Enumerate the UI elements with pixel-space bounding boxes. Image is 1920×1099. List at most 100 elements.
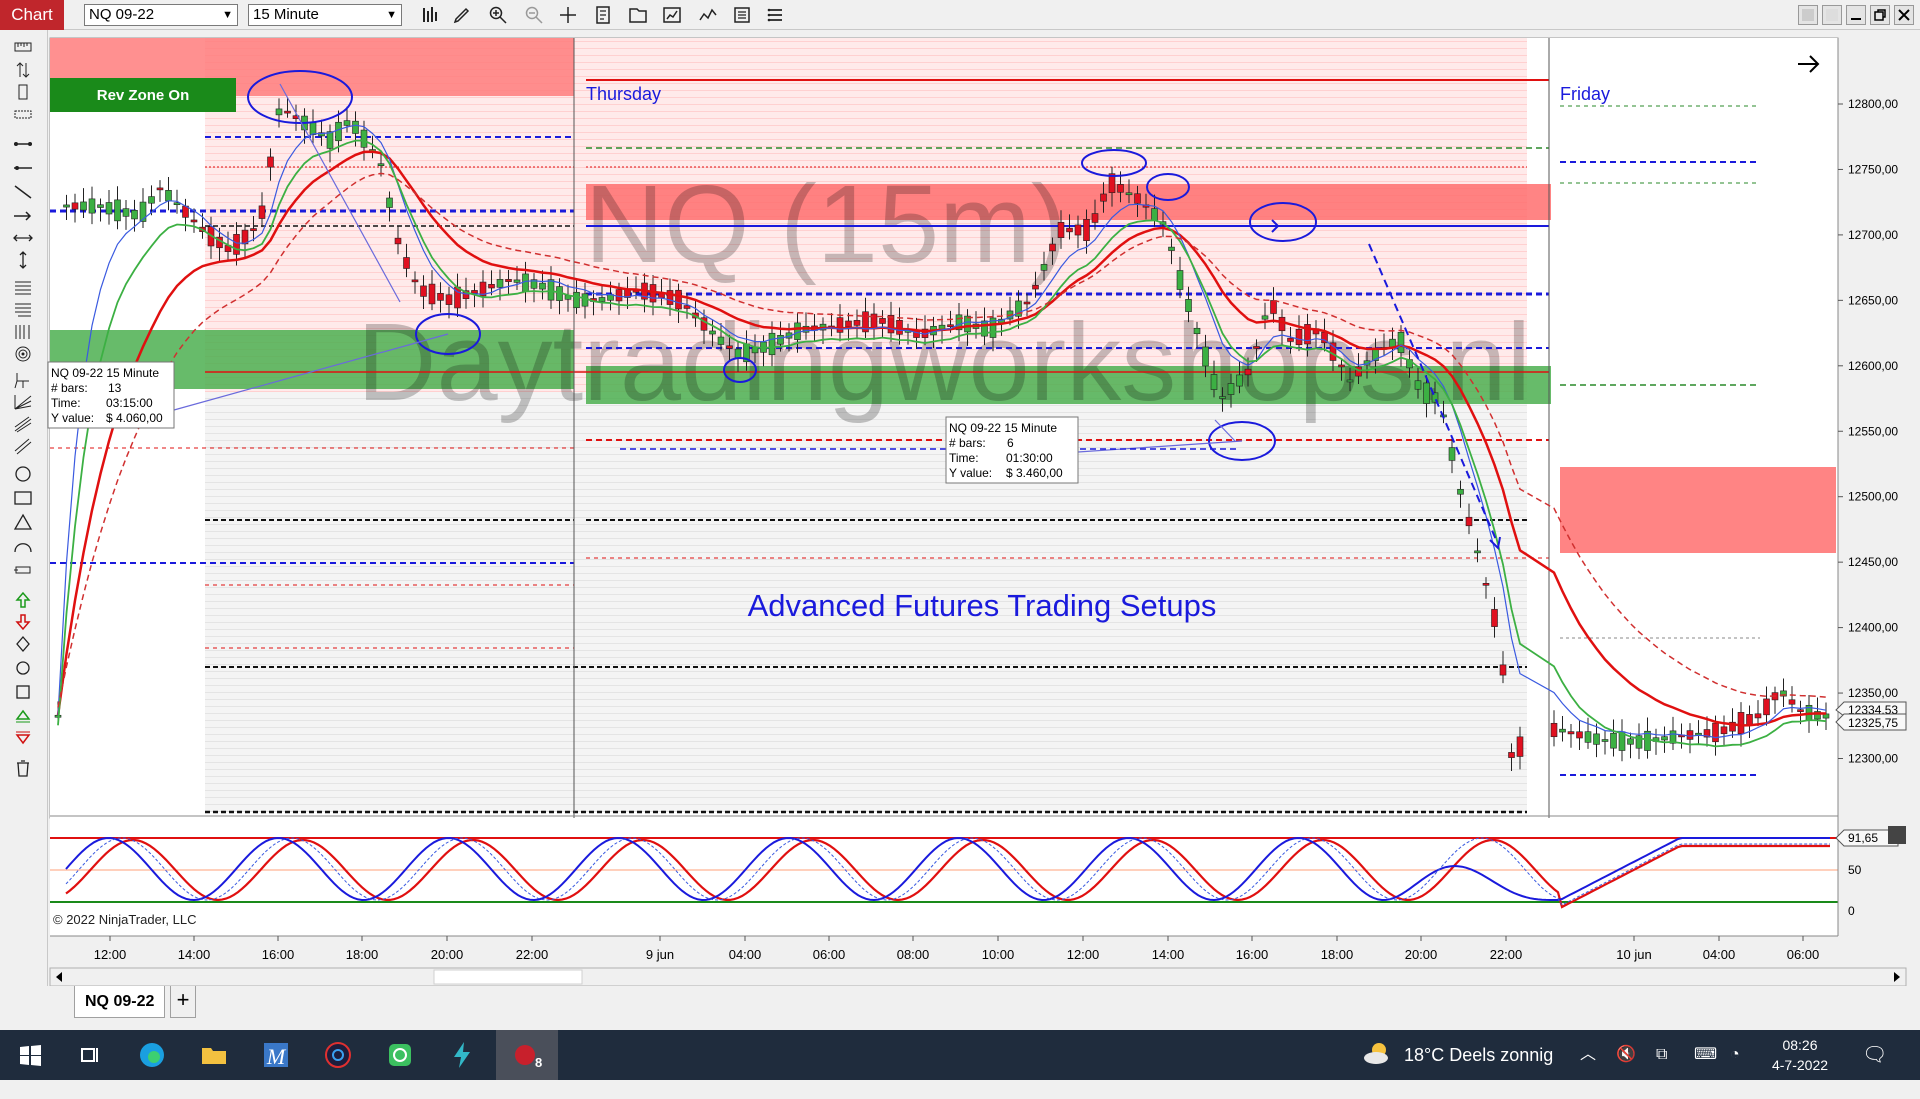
candle-body (1712, 722, 1719, 743)
chart-canvas[interactable]: NQ (15m) Daytradingworkshops.nl Rev Zone… (0, 0, 1920, 986)
price-marker-2: 12325,75 (1848, 716, 1898, 730)
candle-body (1244, 368, 1252, 376)
info-yvalue-label: Y value: (949, 466, 992, 480)
task-view-icon[interactable] (62, 1030, 118, 1080)
candle-body (1083, 219, 1090, 241)
candle-body (165, 190, 172, 202)
whatsapp-icon[interactable] (372, 1030, 428, 1080)
candle-body (709, 330, 716, 335)
candle-body (1627, 738, 1634, 745)
time-tick-label: 20:00 (1405, 947, 1438, 962)
candle-body (1278, 316, 1286, 332)
info-time-value: 01:30:00 (1006, 451, 1053, 465)
candle-body (1593, 733, 1600, 745)
candle-body (1788, 699, 1796, 705)
candle-body (1746, 714, 1753, 725)
tab-nq-09-22[interactable]: NQ 09-22 (74, 986, 166, 1018)
candle-body (488, 284, 495, 289)
candle-body (1491, 609, 1498, 627)
candle-body (1219, 396, 1226, 399)
day-label-thursday: Thursday (586, 84, 661, 104)
price-tick-label: 12550,00 (1848, 424, 1898, 438)
candle-body (505, 279, 512, 282)
candle-body (1457, 488, 1464, 495)
horizontal-scrollbar[interactable] (49, 967, 1907, 986)
candle-body (1100, 193, 1107, 202)
candle-body (411, 279, 419, 283)
speaker-mute-icon[interactable]: 🔇 (1616, 1030, 1636, 1080)
candle-body (1754, 713, 1762, 719)
chart-tab-bar: NQ 09-22 + (0, 986, 1920, 1030)
meet-now-icon[interactable]: ⧉ (1656, 1030, 1667, 1080)
edge-icon[interactable] (124, 1030, 180, 1080)
weather-icon[interactable] (1362, 1030, 1392, 1080)
candle-body (1763, 698, 1770, 716)
time-tick-label: 06:00 (813, 947, 846, 962)
watermark-symbol: NQ (15m) (585, 163, 1068, 286)
keyboard-icon[interactable]: ⌨ (1694, 1030, 1717, 1080)
candle-body (1023, 301, 1031, 305)
candle-body (615, 289, 623, 302)
price-axis[interactable]: 12800,00 12750,00 12700,00 12650,00 12600,00… (1838, 97, 1898, 766)
candle-body (1210, 374, 1218, 390)
candle-body (777, 335, 784, 345)
candle-body (768, 332, 776, 356)
app-icon[interactable] (310, 1030, 366, 1080)
time-tick-label: 18:00 (1321, 947, 1354, 962)
weather-text[interactable]: 18°C Deels zonnig (1404, 1030, 1553, 1080)
info-box-2: NQ 09-22 15 Minute # bars: 6 Time: 01:30… (945, 416, 1079, 484)
wifi-icon[interactable]: ◔ (1730, 1030, 1740, 1080)
price-tick-label: 12300,00 (1848, 752, 1898, 766)
time-axis[interactable]: 12:00 14:00 16:00 18:00 20:00 22:00 9 jun 04:00… (94, 936, 1820, 962)
info-yvalue-label: Y value: (51, 411, 94, 425)
watermark-site: Daytradingworkshops.nl (357, 301, 1531, 424)
scrollbar-thumb[interactable] (433, 969, 583, 985)
candle-body (1686, 730, 1694, 740)
candle-body (1040, 264, 1048, 271)
candle-body (496, 279, 504, 288)
candle-body (1049, 243, 1056, 252)
candle-body (1236, 374, 1243, 387)
candle-body (1338, 364, 1345, 368)
candle-body (471, 290, 478, 294)
file-explorer-icon[interactable] (186, 1030, 242, 1080)
chevron-up-icon[interactable]: ︿ (1580, 1030, 1596, 1080)
info-time-label: Time: (51, 396, 81, 410)
candle-body (1576, 731, 1583, 739)
add-tab-button[interactable]: + (170, 986, 196, 1018)
system-clock[interactable]: 08:26 4-7-2022 (1760, 1035, 1840, 1075)
info-bars-value: 13 (108, 381, 122, 395)
rev-zone-label: Rev Zone On (97, 87, 190, 104)
time-tick-label: 12:00 (94, 947, 127, 962)
thunder-icon[interactable] (434, 1030, 490, 1080)
panel-button-f[interactable] (1888, 826, 1906, 844)
candle-body (284, 110, 291, 114)
candle-body (1601, 739, 1609, 742)
candle-body (947, 324, 954, 328)
metastock-icon[interactable]: M (248, 1030, 304, 1080)
stochastics-panel (50, 818, 1838, 936)
info-time-label: Time: (949, 451, 979, 465)
info-bars-label: # bars: (949, 436, 986, 450)
candle-body (1584, 731, 1592, 743)
day-label-friday: Friday (1560, 84, 1610, 104)
candle-body (1066, 227, 1073, 233)
candle-body (233, 234, 240, 255)
windows-start-icon[interactable] (2, 1030, 58, 1080)
copyright: © 2022 NinjaTrader, LLC (53, 912, 197, 927)
candle-body (1474, 550, 1481, 554)
candle-body (1295, 328, 1303, 346)
candle-body (1193, 327, 1201, 335)
price-tick-label: 12750,00 (1848, 162, 1898, 176)
candle-body (114, 199, 121, 222)
candle-body (1423, 382, 1430, 404)
candle-body (896, 319, 903, 335)
candle-body (386, 197, 393, 208)
candle-body (1397, 332, 1405, 353)
candle-body (726, 345, 733, 349)
ninjatrader-badge: 8 (535, 1055, 542, 1070)
candle-body (343, 120, 351, 126)
ninjatrader-icon[interactable]: 8 (496, 1030, 558, 1080)
notification-icon[interactable]: 🗨 (1862, 1030, 1887, 1080)
candle-body (547, 279, 555, 301)
